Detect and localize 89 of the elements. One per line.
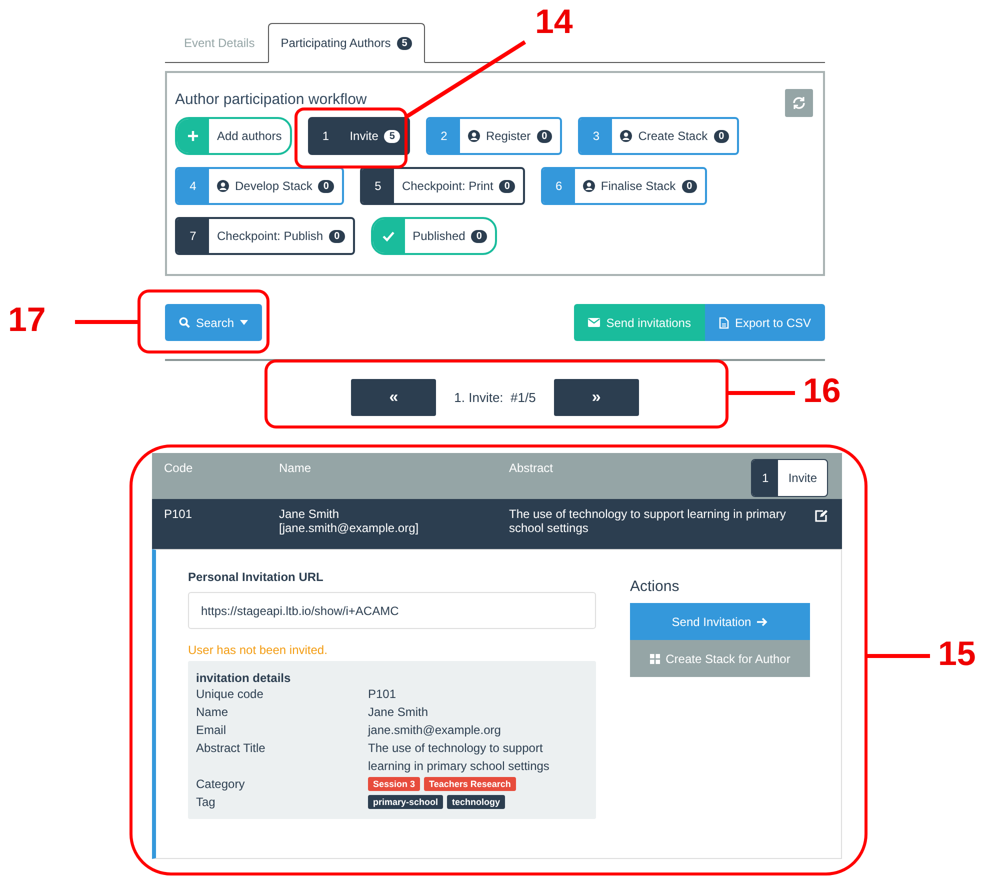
detail-label: Name bbox=[196, 704, 230, 721]
tag: primary-school bbox=[368, 795, 444, 809]
table-row[interactable]: P101 Jane Smith [jane.smith@example.org] The use of technology to support learning in primary school settings bbox=[152, 499, 842, 549]
column-header: Abstract bbox=[508, 460, 554, 477]
detail-label: Category bbox=[196, 776, 246, 793]
tab[interactable]: Participating Authors 5 bbox=[268, 23, 426, 63]
detail-value: jane.smith@example.org bbox=[368, 722, 502, 739]
step-label: Create Stack bbox=[638, 129, 708, 143]
workflow-step[interactable]: Add authors bbox=[175, 117, 292, 155]
leader-line bbox=[75, 320, 139, 324]
detail-value: The use of technology to support learning in primary school settings bbox=[368, 740, 550, 775]
previous-button[interactable]: « bbox=[351, 379, 436, 416]
step-label: Add authors bbox=[217, 129, 282, 143]
step-label: Register bbox=[486, 129, 531, 143]
table-cell-text: Jane Smith bbox=[279, 507, 340, 521]
workflow-step[interactable]: 1 Invite 5 bbox=[308, 117, 410, 155]
user-icon bbox=[620, 130, 632, 142]
plus-icon bbox=[187, 130, 199, 142]
callout-number: 15 bbox=[938, 634, 976, 674]
pager-status: 1. Invite: #1/5 bbox=[454, 390, 536, 405]
arrow-icon bbox=[757, 616, 768, 626]
search-icon bbox=[179, 317, 190, 328]
workflow-step[interactable]: 7 Checkpoint: Publish 0 bbox=[175, 217, 355, 255]
count-badge: 0 bbox=[714, 130, 730, 142]
user-icon bbox=[468, 130, 480, 142]
user-icon bbox=[217, 180, 229, 192]
step-number: 5 bbox=[374, 179, 382, 193]
callout-number: 14 bbox=[535, 2, 573, 42]
workflow-step[interactable]: 6 Finalise Stack 0 bbox=[540, 167, 708, 205]
url-field[interactable]: https://stageapi.ltb.io/show/i+ACAMC bbox=[188, 592, 596, 629]
detail-value: P101 bbox=[368, 686, 398, 703]
callout-number: 17 bbox=[8, 300, 46, 340]
detail-value: Jane Smith bbox=[368, 704, 430, 721]
next-button[interactable]: » bbox=[554, 379, 639, 416]
count-badge: 0 bbox=[499, 180, 515, 192]
workflow-step[interactable]: 2 Register 0 bbox=[426, 117, 562, 155]
table-cell-text: P101 bbox=[163, 506, 194, 523]
step-label: Checkpoint: Print bbox=[402, 179, 494, 193]
grid-icon bbox=[650, 654, 660, 664]
step-number: 7 bbox=[190, 229, 196, 243]
step-number: 2 bbox=[440, 129, 448, 143]
tag: Teachers Research bbox=[424, 777, 516, 791]
field-label: Personal Invitation URL bbox=[188, 570, 324, 584]
count-badge: 0 bbox=[329, 230, 345, 242]
workflow-step[interactable]: Published 0 bbox=[370, 217, 497, 255]
refresh-icon bbox=[792, 96, 806, 110]
workflow-step[interactable]: 3 Create Stack 0 bbox=[578, 117, 740, 155]
workflow-step[interactable]: 5 Checkpoint: Print 0 bbox=[360, 167, 525, 205]
step-number: 3 bbox=[592, 129, 600, 143]
warning-text: User has not been invited. bbox=[188, 643, 328, 657]
step-label: Checkpoint: Publish bbox=[217, 229, 324, 243]
edit-icon[interactable] bbox=[814, 509, 828, 523]
count-badge: 5 bbox=[384, 130, 400, 142]
stage-button[interactable]: 1 Invite bbox=[751, 459, 828, 497]
column-header: Code bbox=[163, 460, 194, 477]
callout-number: 16 bbox=[803, 371, 841, 411]
actions-title: Actions bbox=[630, 578, 680, 595]
step-label: Invite bbox=[350, 129, 378, 143]
detail-label: Email bbox=[196, 722, 228, 739]
check-icon bbox=[382, 230, 396, 242]
user-icon bbox=[582, 180, 595, 192]
envelope-icon bbox=[588, 318, 600, 327]
column-header: Name bbox=[278, 460, 312, 477]
count-badge: 5 bbox=[396, 36, 412, 50]
count-badge: 0 bbox=[536, 130, 552, 142]
table-cell-text: [jane.smith@example.org] bbox=[279, 521, 420, 535]
step-label: Finalise Stack bbox=[600, 179, 676, 193]
tag: Session 3 bbox=[368, 777, 420, 791]
caret-icon bbox=[240, 320, 248, 325]
step-label: Published bbox=[412, 229, 466, 243]
leader-line bbox=[727, 391, 795, 395]
detail-label: Abstract Title bbox=[196, 740, 266, 757]
refresh-button[interactable] bbox=[785, 89, 813, 117]
workflow-step[interactable]: 4 Develop Stack 0 bbox=[175, 167, 344, 205]
panel-title: Author participation workflow bbox=[175, 91, 367, 108]
step-number: 4 bbox=[190, 179, 196, 193]
count-badge: 0 bbox=[471, 230, 487, 242]
file-icon bbox=[718, 316, 729, 328]
step-number: 6 bbox=[556, 179, 562, 193]
tag: technology bbox=[447, 795, 506, 809]
detail-label: Tag bbox=[196, 794, 216, 811]
count-badge: 0 bbox=[682, 180, 698, 192]
count-badge: 0 bbox=[318, 180, 334, 192]
detail-label: Unique code bbox=[196, 686, 264, 703]
leader-line bbox=[866, 654, 930, 658]
step-number: 1 bbox=[322, 129, 330, 143]
step-label: Develop Stack bbox=[235, 179, 312, 193]
table-cell-text: The use of technology to support learning in primary school settings bbox=[508, 506, 787, 537]
details-title: invitation details bbox=[196, 671, 292, 685]
